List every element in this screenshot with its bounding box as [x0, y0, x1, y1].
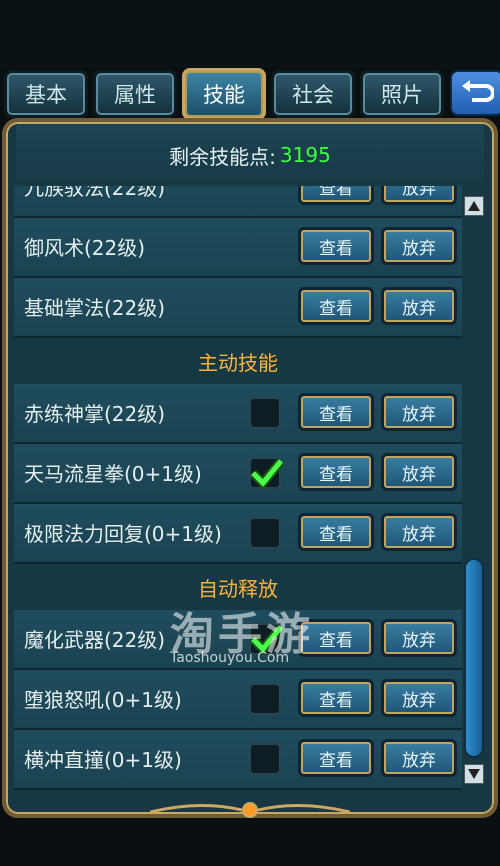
drop-button[interactable]: 放弃	[381, 619, 457, 657]
scrollbar[interactable]	[464, 196, 486, 786]
skill-row: 横冲直撞(0+1级) 查看 放弃	[14, 730, 462, 790]
tab-bar: 基本 属性 技能 社会 照片	[4, 68, 500, 120]
back-arrow-icon	[462, 80, 494, 102]
skill-name: 横冲直撞(0+1级)	[24, 748, 182, 772]
skill-name: 极限法力回复(0+1级)	[24, 522, 222, 546]
tab-skills[interactable]: 技能	[182, 68, 266, 120]
drop-button[interactable]: 放弃	[381, 393, 457, 431]
view-button[interactable]: 查看	[298, 453, 374, 491]
skill-points-label: 剩余技能点:	[169, 144, 276, 169]
view-button[interactable]: 查看	[298, 393, 374, 431]
skill-checkbox[interactable]	[249, 683, 281, 715]
back-button[interactable]	[450, 70, 500, 116]
view-button[interactable]: 查看	[298, 679, 374, 717]
view-button[interactable]: 查看	[298, 287, 374, 325]
scroll-down-icon[interactable]	[464, 764, 484, 784]
view-button[interactable]: 查看	[298, 739, 374, 777]
skill-name: 九族驭法(22级)	[24, 186, 166, 200]
view-button[interactable]: 查看	[298, 513, 374, 551]
watermark-url: Taoshouyou.Com	[170, 650, 290, 666]
top-bar	[0, 0, 500, 68]
skill-row: 天马流星拳(0+1级) 查看 放弃	[14, 444, 462, 504]
drop-button[interactable]: 放弃	[381, 739, 457, 777]
drop-button[interactable]: 放弃	[381, 227, 457, 265]
scroll-up-icon[interactable]	[464, 196, 484, 216]
tab-basic[interactable]: 基本	[4, 70, 88, 118]
skill-row: 御风术(22级) 查看 放弃	[14, 218, 462, 278]
skill-checkbox[interactable]	[249, 743, 281, 775]
drop-button[interactable]: 放弃	[381, 513, 457, 551]
section-active-skills: 主动技能	[14, 338, 462, 384]
view-button[interactable]: 查看	[298, 227, 374, 265]
check-icon	[249, 458, 285, 490]
skill-checkbox[interactable]	[249, 397, 281, 429]
skill-checkbox[interactable]	[249, 517, 281, 549]
drop-button[interactable]: 放弃	[381, 679, 457, 717]
view-button[interactable]: 查看	[298, 186, 374, 205]
skill-row: 基础掌法(22级) 查看 放弃	[14, 278, 462, 338]
skill-name: 天马流星拳(0+1级)	[24, 462, 202, 486]
skill-points-header: 剩余技能点: 3195	[16, 124, 484, 186]
skill-row: 极限法力回复(0+1级) 查看 放弃	[14, 504, 462, 564]
tab-attributes[interactable]: 属性	[93, 70, 177, 118]
skill-name: 基础掌法(22级)	[24, 296, 166, 320]
skill-list[interactable]: 九族驭法(22级) 查看 放弃 御风术(22级) 查看 放弃 基础掌法(22级)…	[14, 186, 462, 790]
skill-row: 赤练神掌(22级) 查看 放弃	[14, 384, 462, 444]
skill-row: 九族驭法(22级) 查看 放弃	[14, 186, 462, 218]
skill-checkbox[interactable]	[249, 457, 285, 490]
skill-points-value: 3195	[279, 143, 331, 167]
drop-button[interactable]: 放弃	[381, 287, 457, 325]
tab-social[interactable]: 社会	[271, 70, 355, 118]
bottom-bar	[0, 818, 500, 866]
skill-name: 赤练神掌(22级)	[24, 402, 166, 426]
drop-button[interactable]: 放弃	[381, 453, 457, 491]
skill-name: 御风术(22级)	[24, 236, 146, 260]
tab-photos[interactable]: 照片	[360, 70, 444, 118]
skill-row: 堕狼怒吼(0+1级) 查看 放弃	[14, 670, 462, 730]
drop-button[interactable]: 放弃	[381, 186, 457, 205]
skill-name: 堕狼怒吼(0+1级)	[24, 688, 182, 712]
scrollbar-thumb[interactable]	[464, 558, 484, 758]
